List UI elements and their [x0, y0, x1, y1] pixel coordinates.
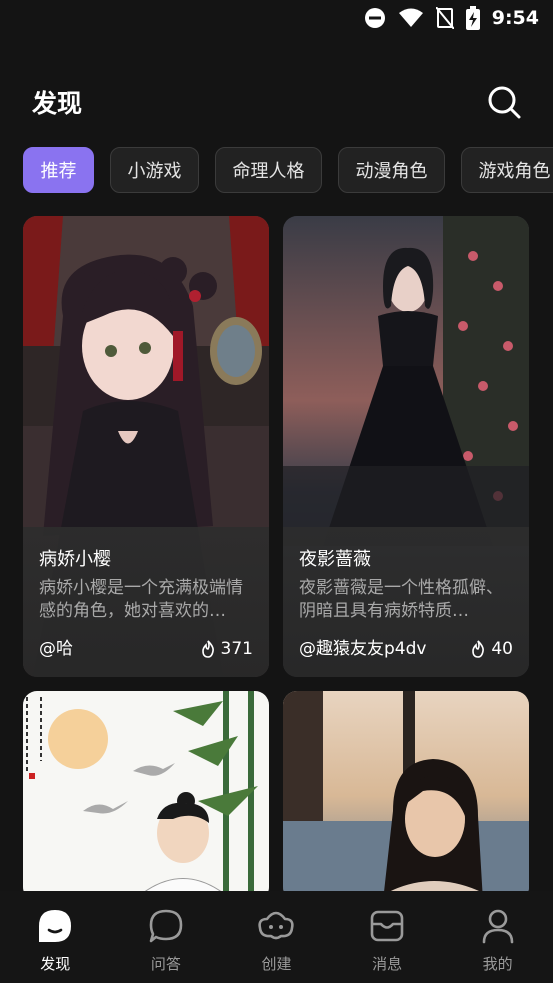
nav-label: 我的 — [482, 955, 513, 973]
card-title: 病娇小樱 — [39, 549, 111, 570]
flame-icon — [201, 640, 214, 658]
character-card[interactable] — [23, 691, 269, 901]
profile-icon — [482, 909, 513, 944]
nav-label: 消息 — [372, 955, 403, 973]
card-author: @哈 — [39, 639, 73, 659]
wifi-icon — [398, 8, 423, 27]
card-heat-count: 371 — [220, 639, 253, 659]
character-card[interactable]: 病娇小樱 病娇小樱是一个充满极端情感的角色，她对喜欢的… @哈 371 — [23, 216, 269, 677]
nav-messages[interactable]: 消息 — [332, 891, 442, 974]
nav-label: 问答 — [150, 955, 181, 973]
nav-profile[interactable]: 我的 — [443, 891, 553, 974]
card-heat: 40 — [470, 639, 513, 659]
card-author: @趣猿友友p4dv — [299, 639, 427, 659]
inbox-icon — [370, 910, 404, 942]
page-title: 发现 — [32, 89, 83, 118]
status-time: 9:54 — [491, 7, 539, 29]
card-info: 病娇小樱 病娇小樱是一个充满极端情感的角色，她对喜欢的… @哈 371 — [23, 527, 269, 677]
chat-bubble-icon — [149, 909, 183, 943]
card-description: 病娇小樱是一个充满极端情感的角色，她对喜欢的… — [39, 578, 243, 621]
bottom-nav: 发现 问答 创建 消息 我的 — [0, 891, 553, 983]
category-tabs: 推荐 小游戏 命理人格 动漫角色 游戏角色 — [23, 147, 553, 193]
discover-icon — [39, 910, 72, 942]
do-not-disturb-icon — [364, 8, 385, 28]
nav-label: 发现 — [40, 955, 71, 973]
battery-charging-icon — [465, 6, 480, 30]
character-artwork — [23, 691, 269, 901]
nav-discover[interactable]: 发现 — [0, 891, 110, 974]
tab-anime-characters[interactable]: 动漫角色 — [338, 147, 445, 193]
status-bar: 9:54 — [0, 0, 553, 40]
card-heat: 371 — [200, 639, 253, 659]
flame-icon — [472, 640, 485, 658]
no-signal-icon — [435, 7, 454, 29]
card-description: 夜影蔷薇是一个性格孤僻、阴暗且具有病娇特质… — [299, 578, 503, 621]
nav-qa[interactable]: 问答 — [111, 891, 221, 974]
character-card[interactable]: 夜影蔷薇 夜影蔷薇是一个性格孤僻、阴暗且具有病娇特质… @趣猿友友p4dv 40 — [283, 216, 529, 677]
tab-recommended[interactable]: 推荐 — [23, 147, 94, 193]
tab-mini-games[interactable]: 小游戏 — [110, 147, 199, 193]
character-card[interactable] — [283, 691, 529, 901]
tab-game-characters[interactable]: 游戏角色 — [461, 147, 553, 193]
tab-fortune-personality[interactable]: 命理人格 — [215, 147, 322, 193]
card-info: 夜影蔷薇 夜影蔷薇是一个性格孤僻、阴暗且具有病娇特质… @趣猿友友p4dv 40 — [283, 527, 529, 677]
search-icon[interactable] — [486, 84, 522, 120]
create-icon — [258, 911, 295, 940]
character-artwork — [283, 691, 529, 901]
card-title: 夜影蔷薇 — [299, 549, 371, 570]
card-heat-count: 40 — [491, 639, 513, 659]
nav-label: 创建 — [261, 955, 292, 973]
nav-create[interactable]: 创建 — [221, 891, 331, 974]
